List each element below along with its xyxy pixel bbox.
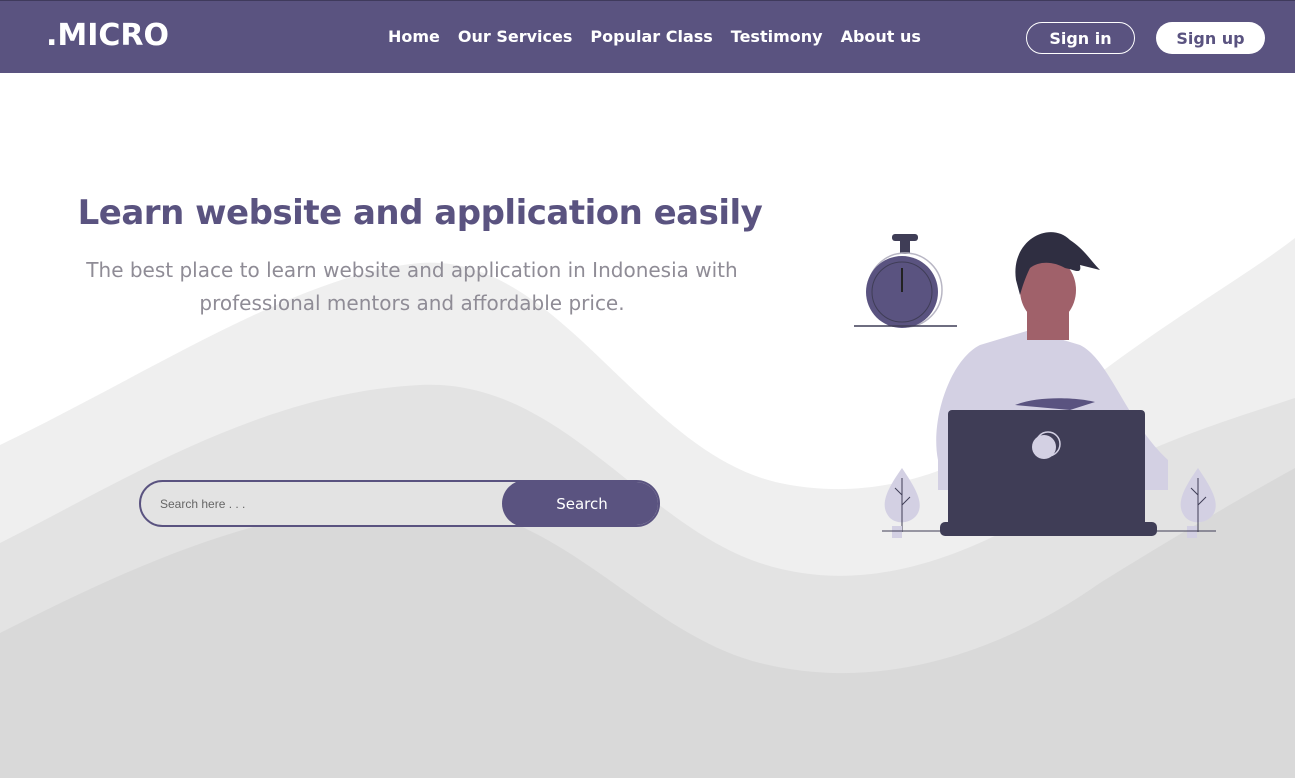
search-bar: Search bbox=[139, 480, 660, 527]
hero-subtitle: The best place to learn website and appl… bbox=[86, 258, 738, 315]
nav-link-our-services[interactable]: Our Services bbox=[458, 27, 573, 46]
main-nav: Home Our Services Popular Class Testimon… bbox=[388, 27, 921, 46]
search-button[interactable]: Search bbox=[502, 482, 658, 525]
laptop-icon bbox=[940, 410, 1157, 536]
nav-link-about-us[interactable]: About us bbox=[841, 27, 921, 46]
search-input[interactable] bbox=[141, 482, 501, 525]
navbar: .MICRO Home Our Services Popular Class T… bbox=[0, 0, 1295, 73]
hero-title: Learn website and application easily bbox=[77, 193, 763, 233]
site-logo[interactable]: .MICRO bbox=[46, 18, 169, 53]
nav-link-home[interactable]: Home bbox=[388, 27, 440, 46]
stopwatch-icon bbox=[854, 234, 957, 328]
nav-link-popular-class[interactable]: Popular Class bbox=[590, 27, 712, 46]
sign-in-button[interactable]: Sign in bbox=[1026, 22, 1135, 54]
sign-up-button[interactable]: Sign up bbox=[1156, 22, 1265, 54]
hero-illustration bbox=[854, 232, 1216, 538]
nav-link-testimony[interactable]: Testimony bbox=[731, 27, 823, 46]
